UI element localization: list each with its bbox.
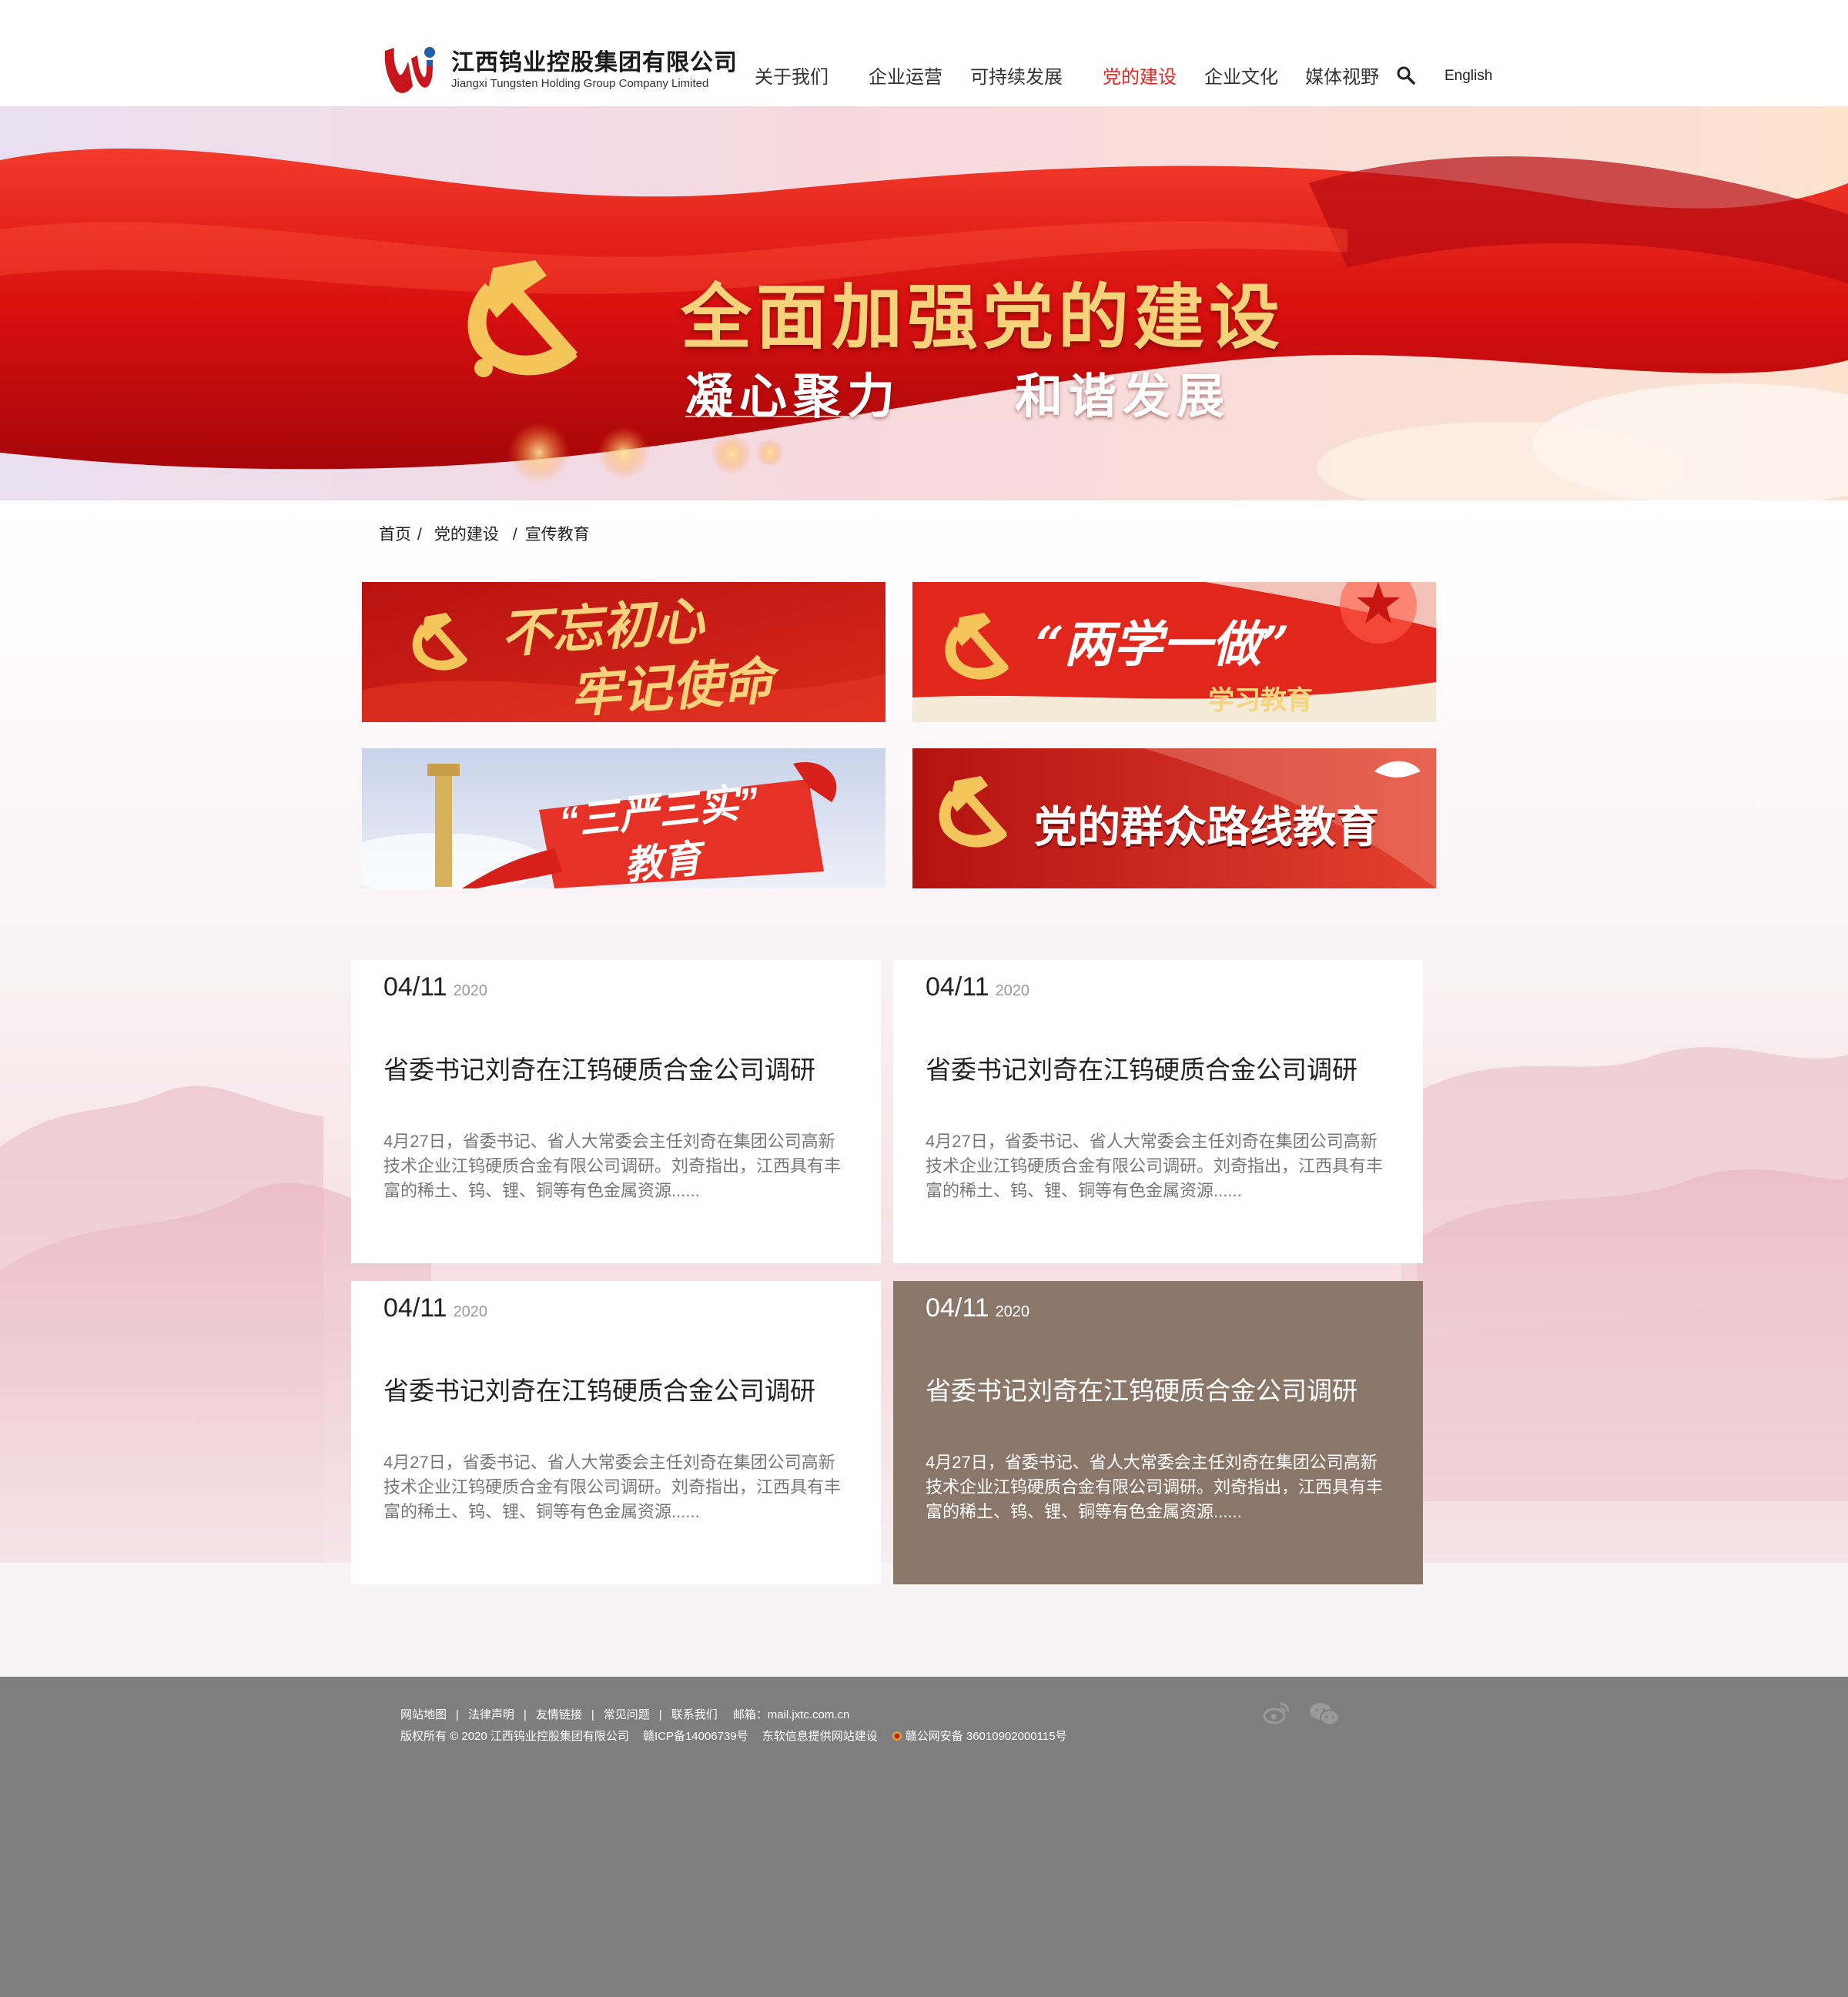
topic-tile-three-stricts[interactable]: “三严三实” 教育 (362, 748, 886, 888)
tile-4-title: 党的群众路线教育 (1034, 803, 1379, 851)
nav-item-operations[interactable]: 企业运营 (869, 62, 942, 89)
topic-tile-mass-line[interactable]: 党的群众路线教育 (912, 748, 1436, 888)
tile-1-line-2: 牢记使命 (567, 650, 775, 722)
news-date: 04/11 2020 (926, 1293, 1029, 1323)
language-switch[interactable]: English (1445, 68, 1492, 85)
news-date: 04/11 2020 (383, 972, 487, 1002)
footer-police-record[interactable]: 赣公网安备 36010902000115号 (892, 1730, 1067, 1743)
tile-3-subtitle: 教育 (621, 836, 704, 888)
tile-2-title: “两学一做” (1036, 616, 1290, 674)
news-date: 04/11 2020 (383, 1293, 487, 1323)
footer-link-sitemap[interactable]: 网站地图 (400, 1708, 447, 1721)
hero-banner: 全面加强党的建设 凝心聚力 和谐发展 (0, 106, 1848, 500)
news-date-year: 2020 (995, 982, 1030, 999)
nav-item-party-building[interactable]: 党的建设 (1103, 62, 1177, 89)
news-date-day: 04/11 (926, 1293, 989, 1323)
footer-link-separator: | (456, 1708, 459, 1721)
topic-tile-original-aspiration[interactable]: 不忘初心 牢记使命 (362, 582, 886, 722)
news-date: 04/11 2020 (926, 972, 1029, 1002)
news-date-day: 04/11 (926, 972, 989, 1002)
news-card[interactable]: 04/11 2020 省委书记刘奇在江钨硬质合金公司调研 4月27日，省委书记、省… (351, 1281, 881, 1584)
news-excerpt: 4月27日，省委书记、省人大常委会主任刘奇在集团公司高新技术企业江钨硬质合金有限… (383, 1453, 842, 1521)
breadcrumb-separator: / (417, 526, 422, 544)
breadcrumb-home[interactable]: 首页 (379, 526, 411, 544)
news-excerpt: 4月27日，省委书记、省人大常委会主任刘奇在集团公司高新技术企业江钨硬质合金有限… (926, 1453, 1384, 1521)
nav-item-sustainability[interactable]: 可持续发展 (970, 62, 1063, 89)
site-header: 江西钨业控股集团有限公司 Jiangxi Tungsten Holding Gr… (0, 0, 1848, 106)
footer-copyright-row: 版权所有 © 2020 江西钨业控股集团有限公司 赣ICP备14006739号 东软… (400, 1728, 1067, 1744)
nav-item-culture[interactable]: 企业文化 (1204, 62, 1278, 89)
footer-link-legal[interactable]: 法律声明 (468, 1708, 514, 1721)
footer-police-text: 赣公网安备 36010902000115号 (905, 1730, 1067, 1743)
search-icon[interactable] (1395, 65, 1417, 86)
footer-link-contact[interactable]: 联系我们 (671, 1708, 718, 1721)
footer-link-friends[interactable]: 友情链接 (536, 1708, 582, 1721)
breadcrumb-current: 宣传教育 (524, 526, 590, 544)
news-excerpt: 4月27日，省委书记、省人大常委会主任刘奇在集团公司高新技术企业江钨硬质合金有限… (926, 1132, 1384, 1200)
breadcrumb-party-building[interactable]: 党的建设 (434, 526, 499, 544)
banner-subtitle-left: 凝心聚力 (685, 370, 902, 423)
news-excerpt: 4月27日，省委书记、省人大常委会主任刘奇在集团公司高新技术企业江钨硬质合金有限… (383, 1132, 842, 1200)
news-card[interactable]: 04/11 2020 省委书记刘奇在江钨硬质合金公司调研 4月27日，省委书记、省… (893, 960, 1423, 1263)
footer-icp[interactable]: 赣ICP备14006739号 (643, 1730, 748, 1743)
news-title[interactable]: 省委书记刘奇在江钨硬质合金公司调研 (383, 1049, 815, 1086)
news-date-year: 2020 (453, 1303, 488, 1320)
footer-link-separator: | (658, 1708, 662, 1721)
banner-subtitle-right: 和谐发展 (1015, 370, 1231, 423)
banner-title: 全面加强党的建设 (681, 276, 1285, 359)
weibo-icon[interactable] (1263, 1701, 1291, 1724)
news-date-year: 2020 (453, 982, 488, 999)
police-badge-icon (892, 1731, 902, 1741)
footer-builder[interactable]: 东软信息提供网站建设 (762, 1730, 878, 1743)
wechat-icon[interactable] (1309, 1701, 1340, 1726)
news-date-day: 04/11 (383, 972, 447, 1002)
news-card-highlighted[interactable]: 04/11 2020 省委书记刘奇在江钨硬质合金公司调研 4月27日，省委书记、省… (893, 1281, 1423, 1584)
news-title[interactable]: 省委书记刘奇在江钨硬质合金公司调研 (926, 1370, 1358, 1407)
footer-copyright: 版权所有 © 2020 江西钨业控股集团有限公司 (400, 1730, 629, 1743)
news-title[interactable]: 省委书记刘奇在江钨硬质合金公司调研 (926, 1049, 1358, 1086)
site-footer: 网站地图 | 法律声明 | 友情链接 | 常见问题 | 联系我们 邮箱：mail.jxtc.com… (0, 1677, 1848, 1997)
footer-link-separator: | (523, 1708, 527, 1721)
footer-links: 网站地图 | 法律声明 | 友情链接 | 常见问题 | 联系我们 邮箱：mail.jxtc.com… (400, 1706, 849, 1722)
footer-link-separator: | (591, 1708, 594, 1721)
news-date-day: 04/11 (383, 1293, 447, 1323)
footer-email[interactable]: 邮箱：mail.jxtc.com.cn (733, 1708, 850, 1721)
breadcrumb: 首页 / 党的建设 / 宣传教育 (379, 522, 590, 545)
news-date-year: 2020 (995, 1303, 1030, 1320)
topic-tile-two-studies[interactable]: “两学一做” 学习教育 (912, 582, 1436, 722)
footer-link-faq[interactable]: 常见问题 (604, 1708, 650, 1721)
main-nav: 关于我们 企业运营 可持续发展 党的建设 企业文化 媒体视野 (0, 62, 1848, 92)
news-card[interactable]: 04/11 2020 省委书记刘奇在江钨硬质合金公司调研 4月27日，省委书记、省… (351, 960, 881, 1263)
news-title[interactable]: 省委书记刘奇在江钨硬质合金公司调研 (383, 1370, 815, 1407)
tile-2-subtitle: 学习教育 (1208, 686, 1313, 715)
nav-item-media[interactable]: 媒体视野 (1305, 62, 1379, 89)
breadcrumb-separator: / (512, 526, 517, 544)
nav-item-about[interactable]: 关于我们 (755, 62, 829, 89)
